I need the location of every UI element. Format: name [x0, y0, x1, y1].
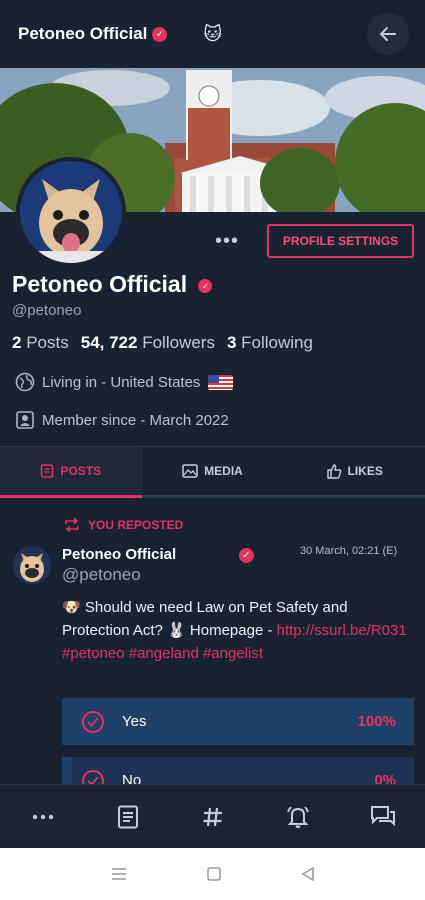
- dog-avatar-icon: [13, 546, 51, 584]
- profile-tabs: POSTS MEDIA LIKES: [0, 446, 425, 498]
- messages-icon[interactable]: [363, 797, 403, 837]
- notification-bell-icon[interactable]: [278, 797, 318, 837]
- hashtag-icon[interactable]: [193, 797, 233, 837]
- bottom-navigation: [0, 784, 425, 848]
- more-icon[interactable]: [23, 797, 63, 837]
- poll-option-label: Yes: [122, 713, 147, 730]
- document-icon[interactable]: [108, 797, 148, 837]
- top-bar: Petoneo Official ✓ 🐱: [0, 0, 425, 68]
- more-options-button[interactable]: •••: [215, 230, 239, 253]
- profile-stats: 2 Posts 54, 722 Followers 3 Following: [12, 333, 313, 353]
- poll-option-yes[interactable]: Yes 100%: [62, 698, 414, 745]
- image-icon: [182, 464, 198, 478]
- post-timestamp: 30 March, 02:21 (E): [300, 545, 398, 557]
- check-circle-icon: [82, 710, 104, 733]
- location-row: Living in - United States: [14, 371, 234, 393]
- profile-name: Petoneo Official ✓: [12, 271, 213, 298]
- globe-icon: [14, 371, 36, 393]
- followers-stat[interactable]: 54, 722 Followers: [81, 333, 215, 353]
- posts-stat[interactable]: 2 Posts: [12, 333, 69, 353]
- poll-option-percent: 100%: [357, 713, 396, 730]
- tab-likes[interactable]: LIKES: [283, 447, 425, 495]
- verified-badge-icon: ✓: [152, 26, 168, 42]
- repost-indicator: YOU REPOSTED: [64, 518, 183, 532]
- us-flag-icon: [208, 374, 234, 390]
- back-triangle-icon[interactable]: [300, 867, 315, 881]
- page-title: Petoneo Official: [18, 24, 148, 43]
- member-since-row: Member since - March 2022: [14, 409, 229, 431]
- profile-handle: @petoneo: [12, 302, 82, 319]
- profile-settings-button[interactable]: PROFILE SETTINGS: [267, 224, 414, 258]
- thumbs-up-icon: [326, 464, 341, 479]
- verified-badge-icon: ✓: [198, 278, 213, 293]
- system-navigation-bar: [0, 848, 425, 900]
- profile-avatar[interactable]: [16, 157, 126, 267]
- repost-icon: [65, 518, 79, 532]
- post-author-avatar[interactable]: [13, 546, 51, 584]
- profile-name-text: Petoneo Official: [12, 271, 188, 297]
- document-icon: [41, 464, 54, 478]
- location-text: Living in - United States: [42, 373, 201, 391]
- tab-posts[interactable]: POSTS: [0, 447, 142, 498]
- arrow-left-icon: [380, 27, 396, 41]
- back-button[interactable]: [367, 13, 409, 55]
- home-icon[interactable]: [206, 867, 221, 881]
- post-body: 🐶 Should we need Law on Pet Safety and P…: [62, 596, 407, 665]
- post-author-handle: @petoneo: [62, 565, 141, 584]
- cat-emoji: 🐱: [203, 23, 223, 44]
- post-author-name[interactable]: Petoneo Official: [62, 546, 176, 563]
- following-stat[interactable]: 3 Following: [227, 333, 313, 353]
- recent-apps-icon[interactable]: [111, 867, 127, 881]
- member-since-text: Member since - March 2022: [42, 411, 229, 429]
- dog-avatar-icon: [20, 161, 122, 263]
- id-card-icon: [14, 409, 36, 431]
- tab-media[interactable]: MEDIA: [142, 447, 284, 495]
- verified-badge-icon: ✓: [239, 548, 254, 563]
